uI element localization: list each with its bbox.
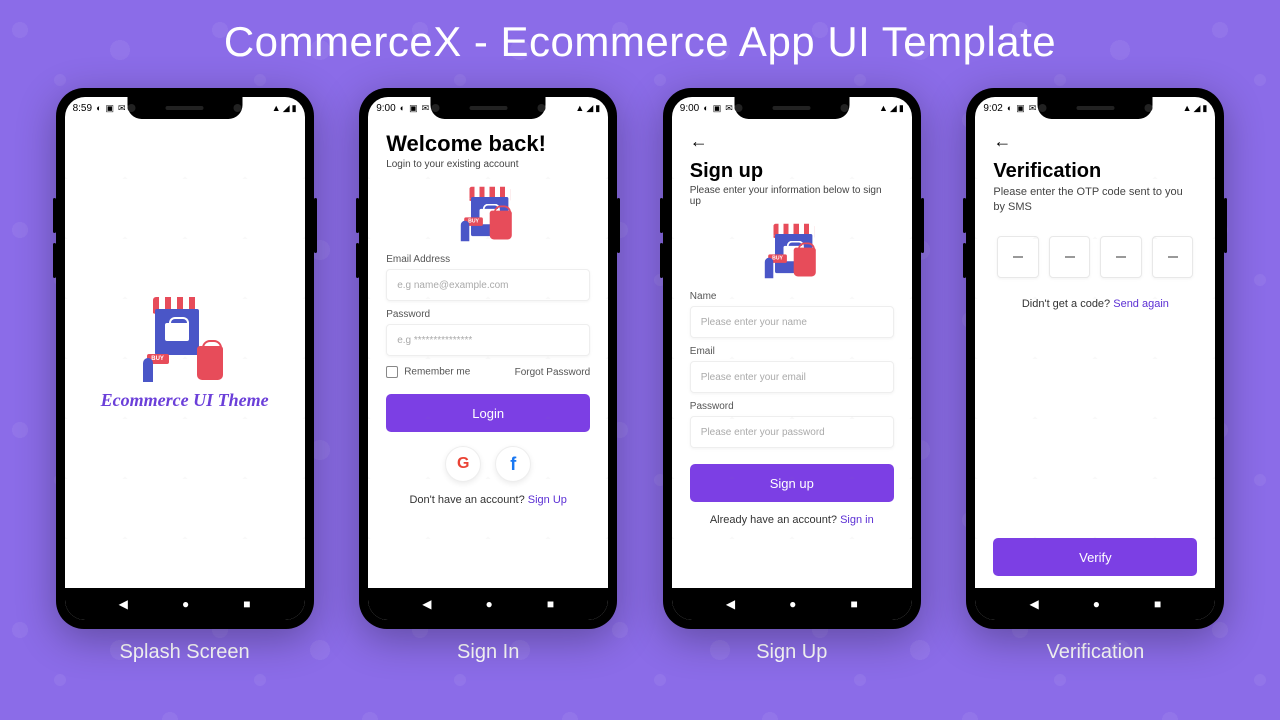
nav-home-icon[interactable]: ●: [1093, 597, 1100, 611]
remember-me[interactable]: Remember me: [386, 366, 470, 378]
nav-recent-icon[interactable]: ■: [1154, 597, 1161, 611]
phone-frame-signin: 9:00◐▣✉ ▲◢▮ Welcome back! Login to your …: [359, 88, 617, 629]
otp-input-2[interactable]: [1049, 236, 1091, 278]
app-name: Ecommerce UI Theme: [101, 390, 269, 411]
signup-button[interactable]: Sign up: [690, 464, 894, 502]
signup-title: Sign up: [690, 160, 894, 183]
name-label: Name: [690, 291, 894, 302]
signup-subtitle: Please enter your information below to s…: [690, 185, 894, 207]
signin-column: 9:00◐▣✉ ▲◢▮ Welcome back! Login to your …: [359, 88, 617, 664]
status-time: 9:00: [376, 103, 395, 114]
forgot-password-link[interactable]: Forgot Password: [515, 367, 591, 378]
verification-title: Verification: [993, 160, 1197, 183]
signin-subtitle: Login to your existing account: [386, 159, 590, 170]
login-button[interactable]: Login: [386, 394, 590, 432]
password-input[interactable]: Please enter your password: [690, 416, 894, 448]
phone-frame-signup: 9:00◐▣✉ ▲◢▮ ← Sign up Please enter your …: [663, 88, 921, 629]
signup-link[interactable]: Sign Up: [528, 494, 567, 506]
nav-recent-icon[interactable]: ■: [850, 597, 857, 611]
store-icon: BUY: [766, 224, 817, 278]
nav-back-icon[interactable]: ◀: [119, 597, 128, 611]
phone-frame-verification: 9:02◐▣✉ ▲◢▮ ← Verification Please enter …: [966, 88, 1224, 629]
back-arrow-icon[interactable]: ←: [993, 131, 1011, 152]
nav-back-icon[interactable]: ◀: [422, 597, 431, 611]
password-label: Password: [690, 401, 894, 412]
nav-recent-icon[interactable]: ■: [243, 597, 250, 611]
nav-recent-icon[interactable]: ■: [547, 597, 554, 611]
signin-link[interactable]: Sign in: [840, 514, 874, 526]
otp-input-4[interactable]: [1152, 236, 1194, 278]
android-nav: ◀ ● ■: [368, 588, 608, 620]
resend-prompt: Didn't get a code? Send again: [993, 298, 1197, 310]
facebook-signin-button[interactable]: f: [495, 446, 531, 482]
nav-home-icon[interactable]: ●: [182, 597, 189, 611]
status-time: 9:02: [983, 103, 1002, 114]
otp-inputs: [993, 236, 1197, 278]
name-input[interactable]: Please enter your name: [690, 306, 894, 338]
back-arrow-icon[interactable]: ←: [690, 131, 708, 152]
email-input[interactable]: e.g name@example.com: [386, 269, 590, 301]
signup-prompt: Don't have an account? Sign Up: [386, 494, 590, 506]
verification-column: 9:02◐▣✉ ▲◢▮ ← Verification Please enter …: [966, 88, 1224, 664]
verification-subtitle: Please enter the OTP code sent to you by…: [993, 185, 1197, 216]
splash-content: BUY Ecommerce UI Theme: [83, 131, 287, 576]
nav-home-icon[interactable]: ●: [486, 597, 493, 611]
status-time: 9:00: [680, 103, 699, 114]
signin-prompt: Already have an account? Sign in: [690, 514, 894, 526]
email-label: Email: [690, 346, 894, 357]
phone-frame-splash: 8:59◐▣✉ ▲◢▮ BUY Ecommerce UI Theme: [56, 88, 314, 629]
send-again-link[interactable]: Send again: [1113, 298, 1169, 310]
signup-column: 9:00◐▣✉ ▲◢▮ ← Sign up Please enter your …: [663, 88, 921, 664]
nav-home-icon[interactable]: ●: [789, 597, 796, 611]
android-nav: ◀ ● ■: [65, 588, 305, 620]
store-icon: BUY: [145, 297, 225, 382]
password-label: Password: [386, 309, 590, 320]
checkbox-icon[interactable]: [386, 366, 398, 378]
android-nav: ◀ ● ■: [672, 588, 912, 620]
signin-title: Welcome back!: [386, 131, 590, 157]
nav-back-icon[interactable]: ◀: [726, 597, 735, 611]
google-signin-button[interactable]: G: [445, 446, 481, 482]
password-input[interactable]: e.g ***************: [386, 324, 590, 356]
otp-input-3[interactable]: [1100, 236, 1142, 278]
nav-back-icon[interactable]: ◀: [1029, 597, 1038, 611]
store-icon: BUY: [463, 187, 514, 241]
email-label: Email Address: [386, 254, 590, 265]
status-time: 8:59: [73, 103, 92, 114]
otp-input-1[interactable]: [997, 236, 1039, 278]
splash-column: 8:59◐▣✉ ▲◢▮ BUY Ecommerce UI Theme: [56, 88, 314, 664]
verify-button[interactable]: Verify: [993, 538, 1197, 576]
email-input[interactable]: Please enter your email: [690, 361, 894, 393]
android-nav: ◀ ● ■: [975, 588, 1215, 620]
